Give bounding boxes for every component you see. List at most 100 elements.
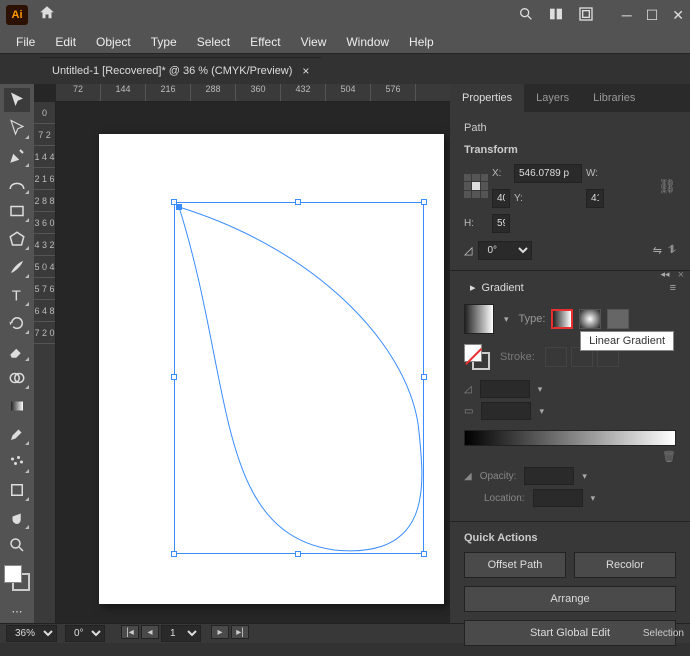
gradient-tool[interactable] bbox=[4, 394, 30, 418]
document-tab[interactable]: Untitled-1 [Recovered]* @ 36 % (CMYK/Pre… bbox=[40, 57, 321, 84]
transform-section-label: Transform bbox=[464, 144, 676, 156]
last-artboard-button[interactable]: ▸| bbox=[231, 625, 249, 639]
menu-type[interactable]: Type bbox=[141, 35, 187, 49]
panel-collapse-icon[interactable]: ◂◂ bbox=[661, 269, 670, 281]
rotate-view-select[interactable]: 0° bbox=[65, 625, 105, 642]
canvas[interactable]: 72144216288360432504576 07 21 4 42 1 62 … bbox=[34, 84, 450, 623]
titlebar: Ai ─ ☐ ✕ bbox=[0, 0, 690, 30]
flip-horizontal-icon[interactable]: ⇋ bbox=[653, 244, 662, 257]
rectangle-tool[interactable] bbox=[4, 199, 30, 223]
w-label: W: bbox=[586, 168, 604, 179]
link-wh-icon[interactable]: ⛓ bbox=[658, 178, 676, 195]
zoom-tool[interactable] bbox=[4, 534, 30, 558]
y-field[interactable] bbox=[586, 189, 604, 208]
direct-selection-tool[interactable] bbox=[4, 116, 30, 140]
arrange-docs-icon[interactable] bbox=[548, 6, 564, 25]
handle-tl[interactable] bbox=[171, 199, 177, 205]
tab-layers[interactable]: Layers bbox=[524, 84, 581, 112]
fill-stroke-swatch[interactable] bbox=[4, 565, 30, 591]
opacity-field[interactable] bbox=[524, 467, 574, 485]
handle-br[interactable] bbox=[421, 551, 427, 557]
menu-select[interactable]: Select bbox=[187, 35, 240, 49]
document-tabs: Untitled-1 [Recovered]* @ 36 % (CMYK/Pre… bbox=[0, 54, 690, 84]
maximize-icon[interactable]: ☐ bbox=[646, 7, 659, 24]
menubar: File Edit Object Type Select Effect View… bbox=[0, 30, 690, 54]
h-field[interactable] bbox=[492, 214, 510, 233]
gradient-fill-stroke-icon[interactable] bbox=[464, 344, 490, 370]
tools-panel: T ⋯ bbox=[0, 84, 34, 623]
handle-bl[interactable] bbox=[171, 551, 177, 557]
offset-path-button[interactable]: Offset Path bbox=[464, 552, 566, 578]
zoom-select[interactable]: 36% bbox=[6, 625, 57, 642]
artboard-select[interactable]: 1 bbox=[161, 625, 201, 642]
paintbrush-tool[interactable] bbox=[4, 255, 30, 279]
gradient-panel: ◂◂ × ▸ Gradient ≡ ▾ Type: Linear Gradien… bbox=[450, 270, 690, 521]
rotate-tool[interactable] bbox=[4, 311, 30, 335]
eraser-tool[interactable] bbox=[4, 339, 30, 363]
object-type-label: Path bbox=[464, 122, 676, 134]
type-tool[interactable]: T bbox=[4, 283, 30, 307]
linear-gradient-button[interactable] bbox=[551, 309, 573, 329]
menu-edit[interactable]: Edit bbox=[45, 35, 86, 49]
home-icon[interactable] bbox=[38, 4, 56, 27]
bounding-box[interactable] bbox=[174, 202, 424, 554]
panel-menu-icon[interactable]: ≡ bbox=[670, 282, 676, 294]
panel-close-icon[interactable]: × bbox=[678, 269, 684, 281]
location-field[interactable] bbox=[533, 489, 583, 507]
arrange-button[interactable]: Arrange bbox=[464, 586, 676, 612]
swatch-dropdown-icon[interactable]: ▾ bbox=[504, 314, 509, 325]
gradient-swatch[interactable] bbox=[464, 304, 494, 334]
flip-vertical-icon[interactable]: ⥮ bbox=[668, 244, 676, 257]
handle-ml[interactable] bbox=[171, 374, 177, 380]
next-artboard-button[interactable]: ▸ bbox=[211, 625, 229, 639]
opacity-label: Opacity: bbox=[480, 471, 517, 482]
freeform-gradient-button[interactable] bbox=[607, 309, 629, 329]
delete-stop-icon[interactable]: 🗑 bbox=[662, 450, 676, 463]
pen-tool[interactable] bbox=[4, 144, 30, 168]
eyedropper-tool[interactable] bbox=[4, 422, 30, 446]
reference-point-icon[interactable] bbox=[464, 174, 488, 198]
menu-help[interactable]: Help bbox=[399, 35, 444, 49]
tab-libraries[interactable]: Libraries bbox=[581, 84, 647, 112]
w-field[interactable] bbox=[492, 189, 510, 208]
hand-tool[interactable] bbox=[4, 506, 30, 530]
workspace-icon[interactable] bbox=[578, 6, 594, 25]
search-icon[interactable] bbox=[518, 6, 534, 25]
angle-field[interactable] bbox=[480, 380, 530, 398]
gradient-slider[interactable] bbox=[464, 430, 676, 446]
handle-mr[interactable] bbox=[421, 374, 427, 380]
chevron-down-icon[interactable]: ▸ bbox=[470, 281, 476, 294]
menu-window[interactable]: Window bbox=[336, 35, 399, 49]
shape-builder-tool[interactable] bbox=[4, 366, 30, 390]
prev-artboard-button[interactable]: ◂ bbox=[141, 625, 159, 639]
handle-tm[interactable] bbox=[295, 199, 301, 205]
svg-text:T: T bbox=[12, 287, 21, 304]
first-artboard-button[interactable]: |◂ bbox=[121, 625, 139, 639]
handle-bm[interactable] bbox=[295, 551, 301, 557]
aspect-field[interactable] bbox=[481, 402, 531, 420]
aspect-icon: ▭ bbox=[464, 406, 473, 417]
menu-effect[interactable]: Effect bbox=[240, 35, 290, 49]
status-mode: Selection bbox=[643, 628, 684, 639]
handle-tr[interactable] bbox=[421, 199, 427, 205]
ellipse-tool[interactable] bbox=[4, 227, 30, 251]
recolor-button[interactable]: Recolor bbox=[574, 552, 676, 578]
artboard-tool[interactable] bbox=[4, 478, 30, 502]
radial-gradient-button[interactable] bbox=[579, 309, 601, 329]
x-label: X: bbox=[492, 168, 510, 179]
curvature-tool[interactable] bbox=[4, 172, 30, 196]
close-window-icon[interactable]: ✕ bbox=[672, 7, 684, 24]
minimize-icon[interactable]: ─ bbox=[622, 7, 632, 24]
tab-properties[interactable]: Properties bbox=[450, 84, 524, 112]
menu-object[interactable]: Object bbox=[86, 35, 141, 49]
rotate-field[interactable]: 0° bbox=[478, 241, 532, 260]
x-field[interactable] bbox=[514, 164, 582, 183]
menu-view[interactable]: View bbox=[291, 35, 337, 49]
selection-tool[interactable] bbox=[4, 88, 30, 112]
edit-toolbar-icon[interactable]: ⋯ bbox=[4, 599, 30, 623]
close-tab-icon[interactable]: × bbox=[302, 64, 309, 78]
stroke-type-1[interactable] bbox=[545, 347, 567, 367]
y-label: Y: bbox=[514, 193, 582, 204]
symbol-sprayer-tool[interactable] bbox=[4, 450, 30, 474]
menu-file[interactable]: File bbox=[6, 35, 45, 49]
